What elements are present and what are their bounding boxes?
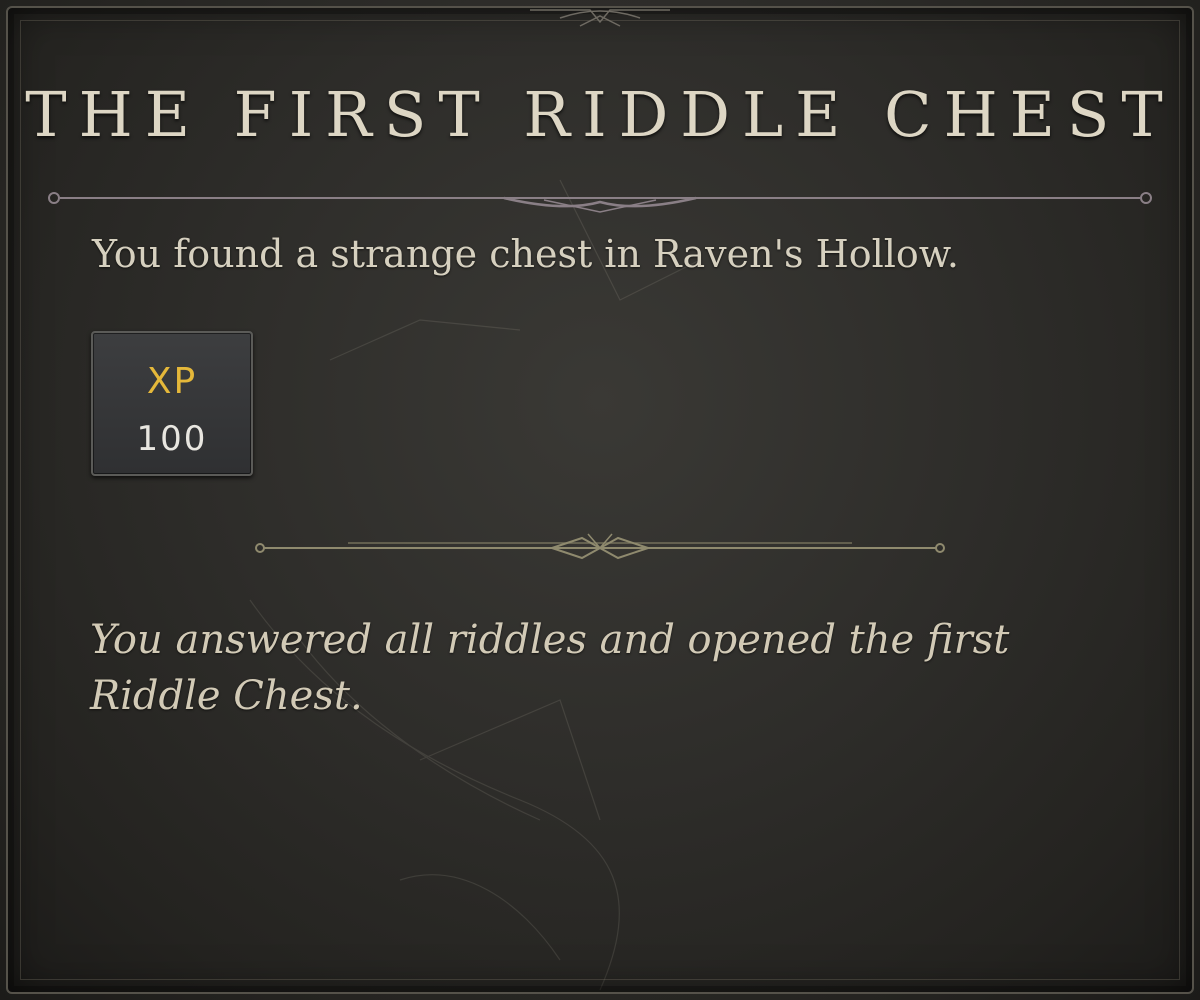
quest-dialog: THE FIRST RIDDLE CHEST You found a stran… [0, 0, 1200, 1000]
xp-amount: 100 [136, 419, 208, 459]
section-divider [255, 533, 945, 560]
intro-text: You found a strange chest in Raven's Hol… [92, 232, 959, 276]
dialog-inner-border [20, 20, 1180, 980]
xp-label: XP [146, 361, 198, 402]
title-divider [48, 192, 1152, 213]
dialog-title: THE FIRST RIDDLE CHEST [25, 78, 1175, 151]
xp-reward-card[interactable]: XP 100 [91, 331, 253, 476]
outcome-text: You answered all riddles and opened the … [90, 617, 1010, 719]
top-ornament-icon [530, 9, 670, 27]
